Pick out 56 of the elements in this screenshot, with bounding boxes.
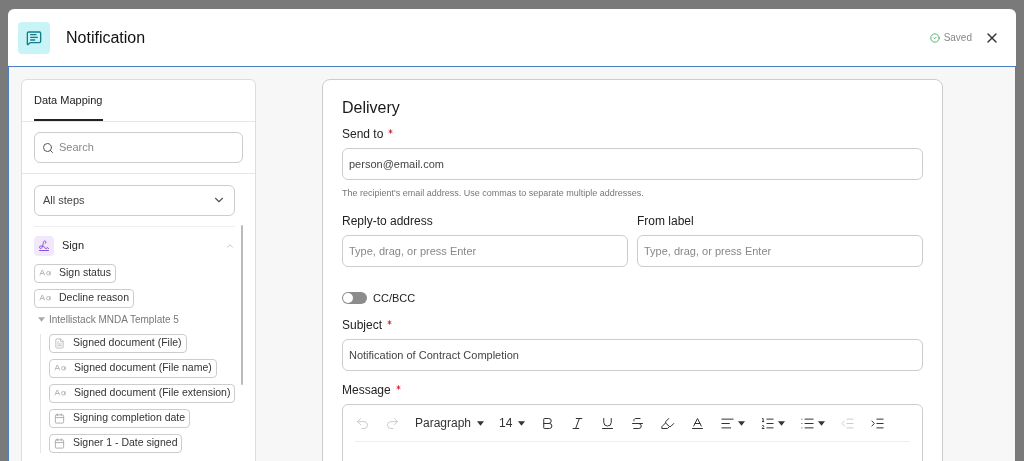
save-status: Saved [943,31,972,45]
text-type-icon [39,267,51,279]
highlighter-icon[interactable] [660,415,676,431]
toolbar-dropdown[interactable]: 14 [499,414,526,432]
search-icon [42,141,54,154]
text-field[interactable]: Type, drag, or press Enter [637,235,923,267]
caret-icon [818,420,826,426]
caret-icon [477,420,485,426]
subject-field[interactable]: Notification of Contract Completion [342,339,923,371]
data-field-chip[interactable]: Signed document (File extension) [49,383,236,403]
field-label: Reply-to address [342,214,433,228]
data-field-chip[interactable]: Signed document (File) [49,333,187,353]
field-label: From label [637,214,694,228]
numbered-list-icon[interactable] [760,415,786,431]
field-label: Message [342,383,391,397]
text-type-icon [54,362,66,374]
calendar-icon [54,437,65,449]
indent-icon[interactable] [870,415,886,431]
search-field[interactable]: Search [34,131,243,163]
send-to-field[interactable]: person@email.com [342,148,923,180]
section-title: Delivery [342,98,401,118]
signature-icon [34,235,54,256]
caret-icon [738,420,746,426]
data-field-chip[interactable]: Decline reason [34,288,135,308]
file-icon [54,337,65,349]
group-title[interactable]: Sign [62,237,85,254]
dialog-title: Notification [66,27,146,48]
data-field-chip[interactable]: Signer 1 - Date signed [49,433,183,453]
toolbar-dropdown[interactable]: Paragraph [415,414,485,432]
data-field-chip[interactable]: Signing completion date [49,408,191,428]
text-type-icon [54,387,66,399]
data-field-chip[interactable]: Signed document (File name) [49,358,217,378]
text-field[interactable]: Type, drag, or press Enter [342,235,628,267]
help-text: The recipient's email address. Use commas to separate multiple addresses. [342,188,645,199]
italic-icon[interactable] [570,415,586,431]
check-icon [929,32,940,43]
strikethrough-icon[interactable] [630,415,646,431]
caret-icon [778,420,786,426]
text-color-icon[interactable] [690,415,706,431]
field-label: Subject [342,318,383,332]
text-type-icon [39,292,51,304]
data-field-chip[interactable]: Sign status [34,263,116,283]
chat-icon [18,21,50,54]
toggle-label: CC/BCC [373,292,416,304]
scrollbar-thumb[interactable] [241,224,243,385]
calendar-icon [54,412,65,424]
caret-icon [518,420,526,426]
underline-icon[interactable] [600,415,616,431]
field-label: Send to [342,127,384,141]
bullet-list-icon[interactable] [800,415,826,431]
toggle-switch[interactable] [342,292,367,304]
sidebar-tab[interactable]: Data Mapping [34,92,103,121]
message-editor[interactable]: Paragraph 14 [342,404,923,461]
group-title[interactable]: Intellistack MNDA Template 5 [49,313,179,326]
align-left-icon[interactable] [720,415,746,431]
step-select[interactable]: All steps [34,184,236,216]
